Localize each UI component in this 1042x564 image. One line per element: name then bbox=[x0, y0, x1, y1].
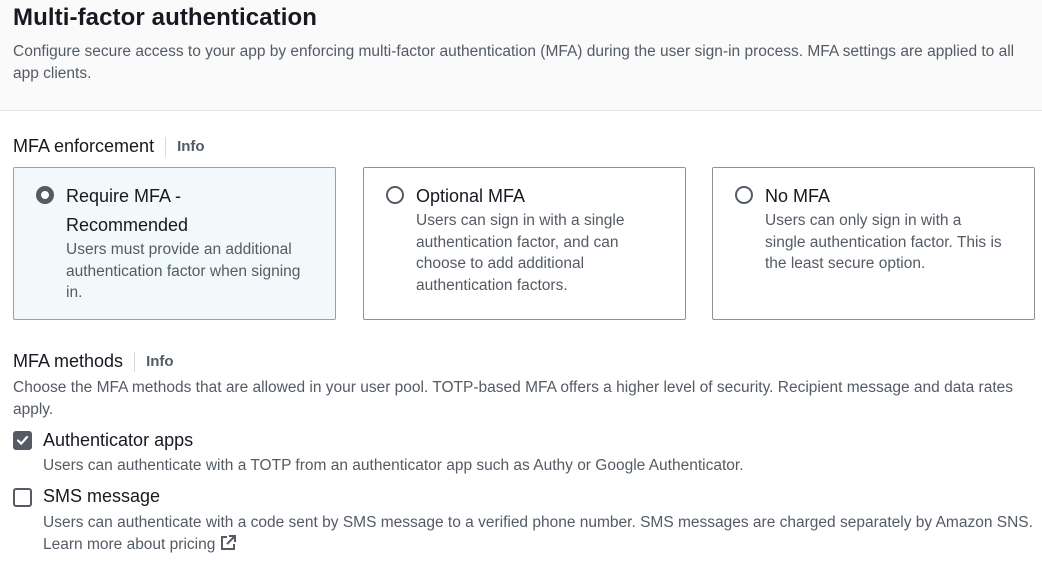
no-mfa-description: Users can only sign in with a single aut… bbox=[765, 212, 1002, 272]
optional-mfa-card[interactable]: Optional MFA Users can sign in with a si… bbox=[363, 167, 686, 320]
mfa-methods-label: MFA methods bbox=[13, 351, 124, 371]
require-mfa-card[interactable]: Require MFA - Recommended Users must pro… bbox=[13, 167, 336, 320]
mfa-methods-heading: MFA methods Info bbox=[13, 351, 174, 372]
authenticator-apps-description: Users can authenticate with a TOTP from … bbox=[43, 457, 744, 474]
page-description: Configure secure access to your app by e… bbox=[13, 43, 1015, 82]
mfa-enforcement-label: MFA enforcement bbox=[13, 136, 155, 156]
mfa-methods-info-link[interactable]: Info bbox=[146, 353, 174, 370]
require-mfa-description: Users must provide an additional authent… bbox=[66, 241, 301, 301]
require-mfa-title: Require MFA - Recommended bbox=[66, 182, 306, 240]
learn-more-pricing-link[interactable]: Learn more about pricing bbox=[43, 536, 215, 553]
optional-mfa-radio[interactable] bbox=[386, 186, 404, 204]
authenticator-apps-label[interactable]: Authenticator apps bbox=[43, 430, 193, 451]
sms-message-description-text: Users can authenticate with a code sent … bbox=[43, 514, 1033, 531]
sms-message-label[interactable]: SMS message bbox=[43, 486, 160, 507]
section-header: Multi-factor authentication Configure se… bbox=[0, 0, 1042, 111]
optional-mfa-description: Users can sign in with a single authenti… bbox=[416, 212, 625, 294]
mfa-enforcement-info-link[interactable]: Info bbox=[177, 138, 205, 155]
require-mfa-title-line1: Require MFA - bbox=[66, 186, 182, 206]
optional-mfa-title: Optional MFA bbox=[416, 186, 526, 206]
external-link-icon[interactable] bbox=[219, 534, 237, 559]
authenticator-apps-checkbox[interactable] bbox=[13, 431, 32, 450]
require-mfa-radio[interactable] bbox=[36, 186, 54, 204]
no-mfa-radio[interactable] bbox=[735, 186, 753, 204]
mfa-methods-description: Choose the MFA methods that are allowed … bbox=[13, 379, 1013, 418]
sms-message-checkbox[interactable] bbox=[13, 488, 32, 507]
divider bbox=[165, 136, 167, 157]
mfa-enforcement-heading: MFA enforcement Info bbox=[13, 136, 205, 157]
require-mfa-title-line2: Recommended bbox=[66, 215, 189, 235]
mfa-settings-page: Multi-factor authentication Configure se… bbox=[0, 0, 1042, 564]
checkmark-icon bbox=[16, 435, 29, 445]
sms-message-description: Users can authenticate with a code sent … bbox=[43, 512, 1038, 559]
page-title: Multi-factor authentication bbox=[13, 4, 318, 31]
divider bbox=[134, 351, 136, 372]
no-mfa-title: No MFA bbox=[765, 186, 831, 206]
no-mfa-card[interactable]: No MFA Users can only sign in with a sin… bbox=[712, 167, 1035, 320]
